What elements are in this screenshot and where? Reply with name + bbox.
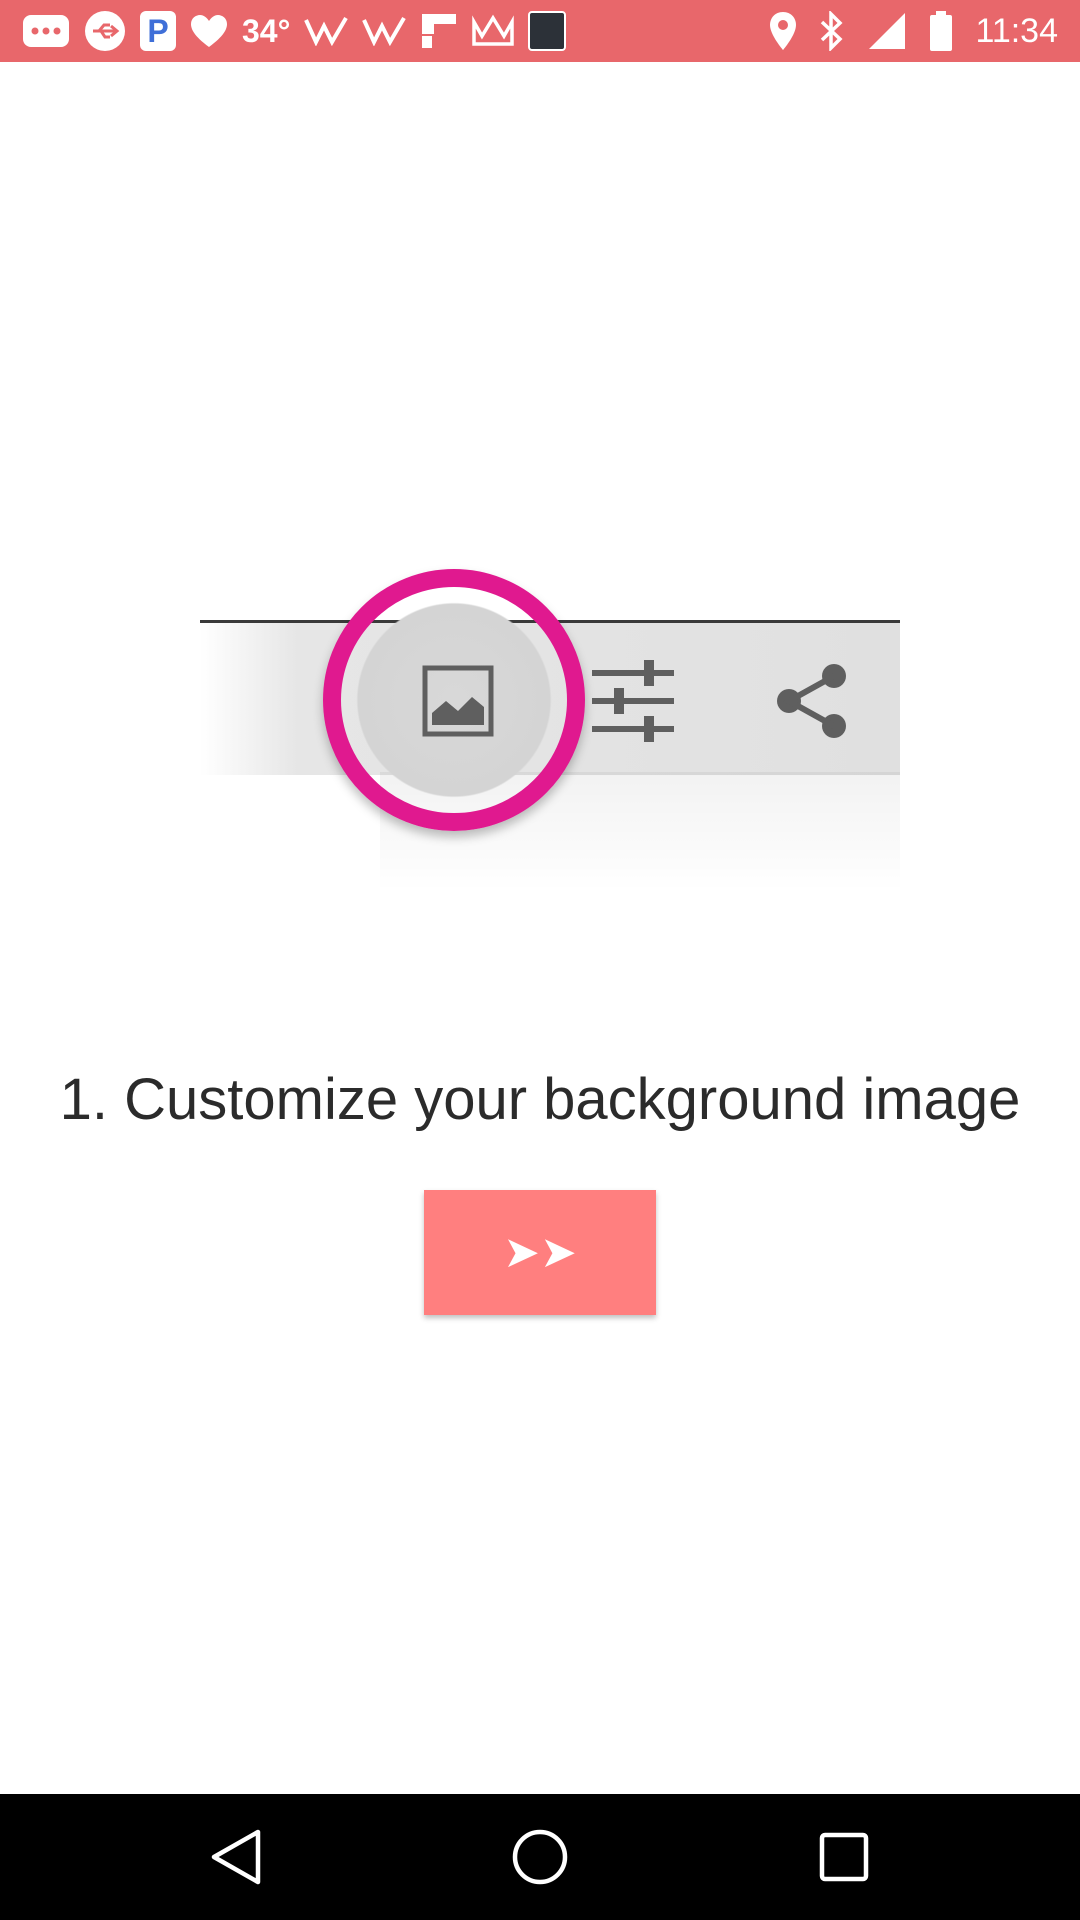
image-icon: [422, 665, 494, 742]
more-notifications-icon: [22, 8, 70, 54]
home-icon[interactable]: [510, 1827, 570, 1887]
notification-icons: P 34°: [22, 8, 567, 54]
share-icon: [774, 663, 850, 744]
battery-icon: [929, 8, 953, 54]
bible-app-icon: [528, 8, 567, 54]
status-bar: P 34° 11:34: [0, 0, 1080, 62]
pandora-letter: P: [140, 11, 176, 51]
w-icon: [362, 8, 407, 54]
weather-temperature: 34°: [242, 13, 291, 49]
bluetooth-icon: [819, 8, 845, 54]
back-icon[interactable]: [206, 1827, 266, 1887]
flipboard-icon: [420, 8, 458, 54]
tutorial-step-heading: 1. Customize your background image: [59, 1067, 1021, 1132]
heart-icon: [190, 8, 228, 54]
location-icon: [769, 8, 797, 54]
clock: 11:34: [975, 12, 1058, 50]
navigation-bar: [0, 1794, 1080, 1920]
sliders-icon: [592, 660, 674, 747]
usb-icon: [84, 8, 126, 54]
pandora-icon: P: [140, 8, 176, 54]
signal-icon: [867, 8, 907, 54]
w-icon: [304, 8, 349, 54]
next-button[interactable]: ➤➤: [424, 1190, 656, 1315]
recents-icon[interactable]: [814, 1827, 874, 1887]
crown-icon: [472, 8, 515, 54]
tutorial-illustration: [180, 555, 920, 915]
fast-forward-icon: ➤➤: [503, 1228, 577, 1277]
system-icons: 11:34: [769, 8, 1058, 54]
